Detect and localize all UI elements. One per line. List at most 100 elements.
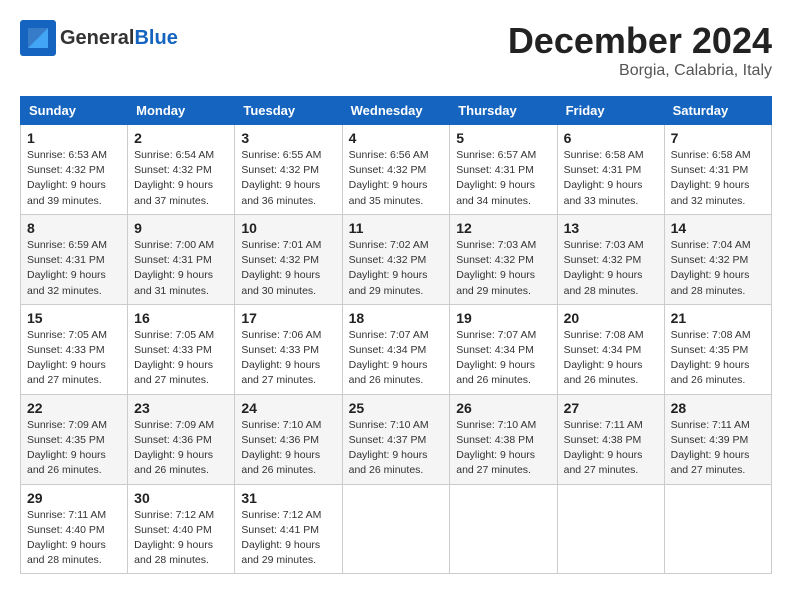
day-number: 8: [27, 220, 121, 236]
day-info: Sunrise: 7:10 AMSunset: 4:38 PMDaylight:…: [456, 418, 550, 479]
day-info: Sunrise: 6:59 AMSunset: 4:31 PMDaylight:…: [27, 238, 121, 299]
calendar-day-22: 22 Sunrise: 7:09 AMSunset: 4:35 PMDayligh…: [21, 394, 128, 484]
day-number: 4: [349, 130, 444, 146]
location: Borgia, Calabria, Italy: [508, 62, 772, 80]
calendar-day-26: 26 Sunrise: 7:10 AMSunset: 4:38 PMDayligh…: [450, 394, 557, 484]
calendar-header-row: SundayMondayTuesdayWednesdayThursdayFrid…: [21, 97, 772, 125]
day-info: Sunrise: 7:09 AMSunset: 4:35 PMDaylight:…: [27, 418, 121, 479]
day-info: Sunrise: 6:57 AMSunset: 4:31 PMDaylight:…: [456, 148, 550, 209]
day-info: Sunrise: 7:05 AMSunset: 4:33 PMDaylight:…: [134, 328, 228, 389]
day-number: 13: [564, 220, 658, 236]
day-number: 18: [349, 310, 444, 326]
day-number: 23: [134, 400, 228, 416]
day-number: 25: [349, 400, 444, 416]
calendar-day-27: 27Sunrise: 7:11 AMSunset: 4:38 PMDayligh…: [557, 394, 664, 484]
calendar-day-6: 6 Sunrise: 6:58 AMSunset: 4:31 PMDaylight…: [557, 125, 664, 215]
day-info: Sunrise: 6:58 AMSunset: 4:31 PMDaylight:…: [671, 148, 765, 209]
day-info: Sunrise: 7:12 AMSunset: 4:40 PMDaylight:…: [134, 508, 228, 569]
day-number: 17: [241, 310, 335, 326]
day-number: 20: [564, 310, 658, 326]
calendar-day-1: 1 Sunrise: 6:53 AMSunset: 4:32 PMDaylight…: [21, 125, 128, 215]
calendar-header-monday: Monday: [128, 97, 235, 125]
calendar-day-2: 2 Sunrise: 6:54 AMSunset: 4:32 PMDaylight…: [128, 125, 235, 215]
day-number: 21: [671, 310, 765, 326]
day-info: Sunrise: 7:06 AMSunset: 4:33 PMDaylight:…: [241, 328, 335, 389]
day-number: 26: [456, 400, 550, 416]
calendar-day-21: 21 Sunrise: 7:08 AMSunset: 4:35 PMDayligh…: [664, 304, 771, 394]
day-info: Sunrise: 7:03 AMSunset: 4:32 PMDaylight:…: [456, 238, 550, 299]
day-number: 31: [241, 490, 335, 506]
logo-blue-text: Blue: [134, 27, 177, 50]
day-info: Sunrise: 7:11 AMSunset: 4:39 PMDaylight:…: [671, 418, 765, 479]
calendar-day-23: 23 Sunrise: 7:09 AMSunset: 4:36 PMDayligh…: [128, 394, 235, 484]
calendar-day-29: 29 Sunrise: 7:11 AMSunset: 4:40 PMDayligh…: [21, 484, 128, 574]
day-info: Sunrise: 6:58 AMSunset: 4:31 PMDaylight:…: [564, 148, 658, 209]
month-title: December 2024: [508, 20, 772, 62]
day-info: Sunrise: 7:03 AMSunset: 4:32 PMDaylight:…: [564, 238, 658, 299]
day-number: 3: [241, 130, 335, 146]
calendar-header-wednesday: Wednesday: [342, 97, 450, 125]
day-info: Sunrise: 6:54 AMSunset: 4:32 PMDaylight:…: [134, 148, 228, 209]
day-number: 28: [671, 400, 765, 416]
calendar-day-7: 7 Sunrise: 6:58 AMSunset: 4:31 PMDaylight…: [664, 125, 771, 215]
calendar-day-11: 11 Sunrise: 7:02 AMSunset: 4:32 PMDayligh…: [342, 214, 450, 304]
day-info: Sunrise: 7:12 AMSunset: 4:41 PMDaylight:…: [241, 508, 335, 569]
logo-general-text: General: [60, 27, 134, 50]
calendar-table: SundayMondayTuesdayWednesdayThursdayFrid…: [20, 96, 772, 574]
day-number: 30: [134, 490, 228, 506]
day-number: 22: [27, 400, 121, 416]
header: GeneralBlue December 2024 Borgia, Calabr…: [20, 20, 772, 80]
day-number: 16: [134, 310, 228, 326]
day-info: Sunrise: 7:05 AMSunset: 4:33 PMDaylight:…: [27, 328, 121, 389]
calendar-day-19: 19Sunrise: 7:07 AMSunset: 4:34 PMDayligh…: [450, 304, 557, 394]
day-number: 2: [134, 130, 228, 146]
day-info: Sunrise: 7:02 AMSunset: 4:32 PMDaylight:…: [349, 238, 444, 299]
day-info: Sunrise: 6:53 AMSunset: 4:32 PMDaylight:…: [27, 148, 121, 209]
day-info: Sunrise: 7:11 AMSunset: 4:40 PMDaylight:…: [27, 508, 121, 569]
day-info: Sunrise: 7:10 AMSunset: 4:37 PMDaylight:…: [349, 418, 444, 479]
day-number: 11: [349, 220, 444, 236]
title-block: December 2024 Borgia, Calabria, Italy: [508, 20, 772, 80]
day-number: 6: [564, 130, 658, 146]
day-number: 9: [134, 220, 228, 236]
calendar-day-9: 9Sunrise: 7:00 AMSunset: 4:31 PMDaylight…: [128, 214, 235, 304]
calendar-day-17: 17 Sunrise: 7:06 AMSunset: 4:33 PMDayligh…: [235, 304, 342, 394]
calendar-day-3: 3 Sunrise: 6:55 AMSunset: 4:32 PMDaylight…: [235, 125, 342, 215]
day-info: Sunrise: 7:08 AMSunset: 4:35 PMDaylight:…: [671, 328, 765, 389]
day-number: 12: [456, 220, 550, 236]
calendar-day-4: 4 Sunrise: 6:56 AMSunset: 4:32 PMDaylight…: [342, 125, 450, 215]
day-info: Sunrise: 7:07 AMSunset: 4:34 PMDaylight:…: [349, 328, 444, 389]
calendar-day-8: 8 Sunrise: 6:59 AMSunset: 4:31 PMDaylight…: [21, 214, 128, 304]
day-info: Sunrise: 6:56 AMSunset: 4:32 PMDaylight:…: [349, 148, 444, 209]
day-number: 29: [27, 490, 121, 506]
calendar-week-3: 15Sunrise: 7:05 AMSunset: 4:33 PMDayligh…: [21, 304, 772, 394]
calendar-header-thursday: Thursday: [450, 97, 557, 125]
calendar-week-5: 29 Sunrise: 7:11 AMSunset: 4:40 PMDayligh…: [21, 484, 772, 574]
calendar-day-12: 12 Sunrise: 7:03 AMSunset: 4:32 PMDayligh…: [450, 214, 557, 304]
day-number: 24: [241, 400, 335, 416]
calendar-header-friday: Friday: [557, 97, 664, 125]
calendar-empty: [342, 484, 450, 574]
logo-icon: [20, 20, 56, 56]
day-info: Sunrise: 6:55 AMSunset: 4:32 PMDaylight:…: [241, 148, 335, 209]
day-info: Sunrise: 7:08 AMSunset: 4:34 PMDaylight:…: [564, 328, 658, 389]
logo: GeneralBlue: [20, 20, 178, 56]
calendar-day-24: 24 Sunrise: 7:10 AMSunset: 4:36 PMDayligh…: [235, 394, 342, 484]
day-number: 1: [27, 130, 121, 146]
day-number: 7: [671, 130, 765, 146]
calendar-day-18: 18 Sunrise: 7:07 AMSunset: 4:34 PMDayligh…: [342, 304, 450, 394]
calendar-week-4: 22 Sunrise: 7:09 AMSunset: 4:35 PMDayligh…: [21, 394, 772, 484]
calendar-header-tuesday: Tuesday: [235, 97, 342, 125]
calendar-day-5: 5Sunrise: 6:57 AMSunset: 4:31 PMDaylight…: [450, 125, 557, 215]
calendar-day-28: 28 Sunrise: 7:11 AMSunset: 4:39 PMDayligh…: [664, 394, 771, 484]
calendar-day-15: 15Sunrise: 7:05 AMSunset: 4:33 PMDayligh…: [21, 304, 128, 394]
day-info: Sunrise: 7:09 AMSunset: 4:36 PMDaylight:…: [134, 418, 228, 479]
calendar-day-31: 31 Sunrise: 7:12 AMSunset: 4:41 PMDayligh…: [235, 484, 342, 574]
calendar-day-13: 13 Sunrise: 7:03 AMSunset: 4:32 PMDayligh…: [557, 214, 664, 304]
calendar-day-30: 30 Sunrise: 7:12 AMSunset: 4:40 PMDayligh…: [128, 484, 235, 574]
calendar-day-20: 20 Sunrise: 7:08 AMSunset: 4:34 PMDayligh…: [557, 304, 664, 394]
day-info: Sunrise: 7:10 AMSunset: 4:36 PMDaylight:…: [241, 418, 335, 479]
calendar-empty: [557, 484, 664, 574]
page-container: GeneralBlue December 2024 Borgia, Calabr…: [20, 20, 772, 574]
calendar-week-2: 8 Sunrise: 6:59 AMSunset: 4:31 PMDaylight…: [21, 214, 772, 304]
